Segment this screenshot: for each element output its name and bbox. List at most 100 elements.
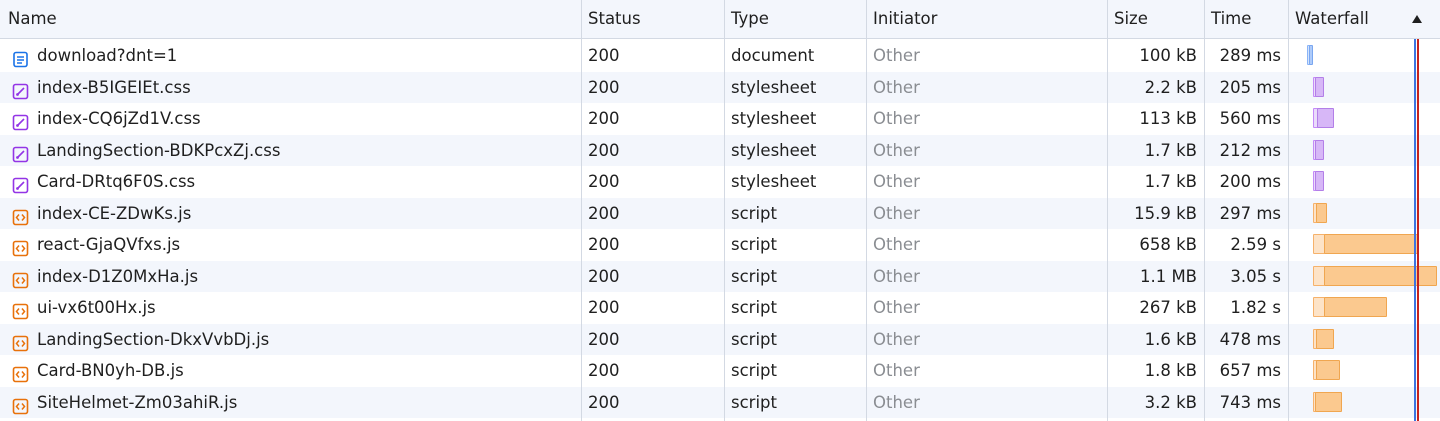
- request-name: index-B5IGEIEt.css: [37, 77, 191, 97]
- table-row[interactable]: react-GjaQVfxs.js 200 script Other 658 kB 2.5…: [0, 229, 1440, 261]
- script-icon: [12, 362, 29, 383]
- column-divider[interactable]: [866, 0, 867, 421]
- waterfall-download-bar: [1324, 265, 1437, 286]
- waterfall-download-bar: [1315, 391, 1342, 412]
- type-cell: script: [731, 203, 777, 223]
- script-icon: [12, 299, 29, 320]
- table-row[interactable]: index-CQ6jZd1V.css 200 stylesheet Other 113 …: [0, 103, 1440, 135]
- request-name: Card-BN0yh-DB.js: [37, 361, 184, 380]
- document-icon: [12, 47, 29, 68]
- script-icon: [12, 268, 29, 288]
- request-name-cell[interactable]: index-CE-ZDwKs.js: [0, 198, 580, 230]
- table-row[interactable]: download?dnt=1 200 document Other 100 kB 289 …: [0, 40, 1440, 72]
- time-cell: 200 ms: [1219, 172, 1281, 191]
- table-row[interactable]: index-B5IGEIEt.css 200 stylesheet Other 2.2 …: [0, 71, 1440, 104]
- status-cell: 200: [588, 203, 620, 223]
- size-cell: 658 kB: [1139, 235, 1197, 254]
- size-cell: 1.6 kB: [1144, 329, 1197, 349]
- size-cell: 267 kB: [1139, 298, 1197, 317]
- size-cell: 113 kB: [1139, 109, 1197, 128]
- time-cell: 478 ms: [1219, 329, 1281, 349]
- request-name: index-D1Z0MxHa.js: [37, 266, 199, 286]
- waterfall-download-bar: [1315, 139, 1324, 160]
- size-cell: 15.9 kB: [1134, 203, 1197, 223]
- type-cell: stylesheet: [731, 140, 817, 160]
- request-name: ui-vx6t00Hx.js: [37, 298, 156, 317]
- status-cell: 200: [588, 172, 620, 191]
- status-cell: 200: [588, 298, 620, 317]
- initiator-cell: Other: [873, 109, 920, 128]
- waterfall-dom-content-loaded-marker: [1414, 39, 1416, 421]
- column-header-name[interactable]: Name: [0, 0, 582, 38]
- request-name-cell[interactable]: LandingSection-DkxVvbDj.js: [0, 324, 580, 356]
- column-header-initiator[interactable]: Initiator: [865, 0, 1108, 38]
- table-row[interactable]: Card-DRtq6F0S.css 200 stylesheet Other 1.7 k…: [0, 166, 1440, 198]
- size-cell: 3.2 kB: [1144, 392, 1197, 412]
- column-divider[interactable]: [1107, 0, 1108, 421]
- stylesheet-icon: [12, 110, 29, 131]
- column-header-type[interactable]: Type: [723, 0, 866, 38]
- table-row[interactable]: index-CE-ZDwKs.js 200 script Other 15.9 kB 29…: [0, 197, 1440, 230]
- script-icon: [12, 331, 29, 351]
- request-name: LandingSection-BDKPcxZj.css: [37, 140, 281, 160]
- status-cell: 200: [588, 46, 620, 65]
- size-cell: 1.7 kB: [1144, 140, 1197, 160]
- request-name-cell[interactable]: index-B5IGEIEt.css: [0, 72, 580, 104]
- request-name-cell[interactable]: index-D1Z0MxHa.js: [0, 261, 580, 293]
- initiator-cell: Other: [873, 298, 920, 317]
- table-row[interactable]: LandingSection-DkxVvbDj.js 200 script Other…: [0, 323, 1440, 356]
- request-name-cell[interactable]: download?dnt=1: [0, 40, 580, 72]
- table-row[interactable]: SiteHelmet-Zm03ahiR.js 200 script Other 3.2 …: [0, 386, 1440, 419]
- waterfall-download-bar: [1324, 297, 1387, 317]
- type-cell: stylesheet: [731, 172, 817, 191]
- request-name-cell[interactable]: SiteHelmet-Zm03ahiR.js: [0, 387, 580, 419]
- waterfall-download-bar: [1315, 76, 1324, 97]
- table-row[interactable]: index-D1Z0MxHa.js 200 script Other 1.1 MB 3.0…: [0, 260, 1440, 293]
- type-cell: stylesheet: [731, 109, 817, 128]
- time-cell: 2.59 s: [1230, 235, 1281, 254]
- request-name-cell[interactable]: index-CQ6jZd1V.css: [0, 103, 580, 135]
- status-cell: 200: [588, 235, 620, 254]
- script-icon: [12, 236, 29, 257]
- size-cell: 100 kB: [1139, 46, 1197, 65]
- request-name: index-CE-ZDwKs.js: [37, 203, 192, 223]
- request-name-cell[interactable]: LandingSection-BDKPcxZj.css: [0, 135, 580, 167]
- script-icon: [12, 394, 29, 414]
- time-cell: 205 ms: [1219, 77, 1281, 97]
- time-cell: 743 ms: [1219, 392, 1281, 412]
- request-name-cell[interactable]: ui-vx6t00Hx.js: [0, 292, 580, 324]
- request-name-cell[interactable]: react-GjaQVfxs.js: [0, 229, 580, 261]
- type-cell: script: [731, 329, 777, 349]
- column-header-time[interactable]: Time: [1203, 0, 1289, 38]
- initiator-cell: Other: [873, 77, 920, 97]
- table-row[interactable]: LandingSection-BDKPcxZj.css 200 stylesheet…: [0, 134, 1440, 167]
- waterfall-download-bar: [1309, 45, 1313, 65]
- column-header-size[interactable]: Size: [1106, 0, 1205, 38]
- status-cell: 200: [588, 109, 620, 128]
- request-name-cell[interactable]: Card-BN0yh-DB.js: [0, 355, 580, 387]
- time-cell: 657 ms: [1219, 361, 1281, 380]
- type-cell: script: [731, 361, 777, 380]
- initiator-cell: Other: [873, 235, 920, 254]
- column-divider[interactable]: [1288, 0, 1289, 421]
- time-cell: 3.05 s: [1230, 266, 1281, 286]
- status-cell: 200: [588, 266, 620, 286]
- stylesheet-icon: [12, 79, 29, 99]
- column-divider[interactable]: [581, 0, 582, 421]
- table-row[interactable]: ui-vx6t00Hx.js 200 script Other 267 kB 1.82 s: [0, 292, 1440, 324]
- type-cell: script: [731, 298, 777, 317]
- waterfall-download-bar: [1317, 108, 1334, 128]
- request-name: index-CQ6jZd1V.css: [37, 109, 201, 128]
- time-cell: 297 ms: [1219, 203, 1281, 223]
- request-name: Card-DRtq6F0S.css: [37, 172, 196, 191]
- request-name-cell[interactable]: Card-DRtq6F0S.css: [0, 166, 580, 198]
- column-header-status[interactable]: Status: [580, 0, 724, 38]
- type-cell: script: [731, 235, 777, 254]
- table-row[interactable]: Card-BN0yh-DB.js 200 script Other 1.8 kB 657 …: [0, 355, 1440, 387]
- table-header: Name Status Type Initiator Size Time Wat…: [0, 0, 1440, 39]
- column-divider[interactable]: [724, 0, 725, 421]
- waterfall-load-marker: [1417, 39, 1419, 421]
- sort-ascending-icon[interactable]: [1412, 15, 1422, 23]
- initiator-cell: Other: [873, 203, 920, 223]
- column-divider[interactable]: [1204, 0, 1205, 421]
